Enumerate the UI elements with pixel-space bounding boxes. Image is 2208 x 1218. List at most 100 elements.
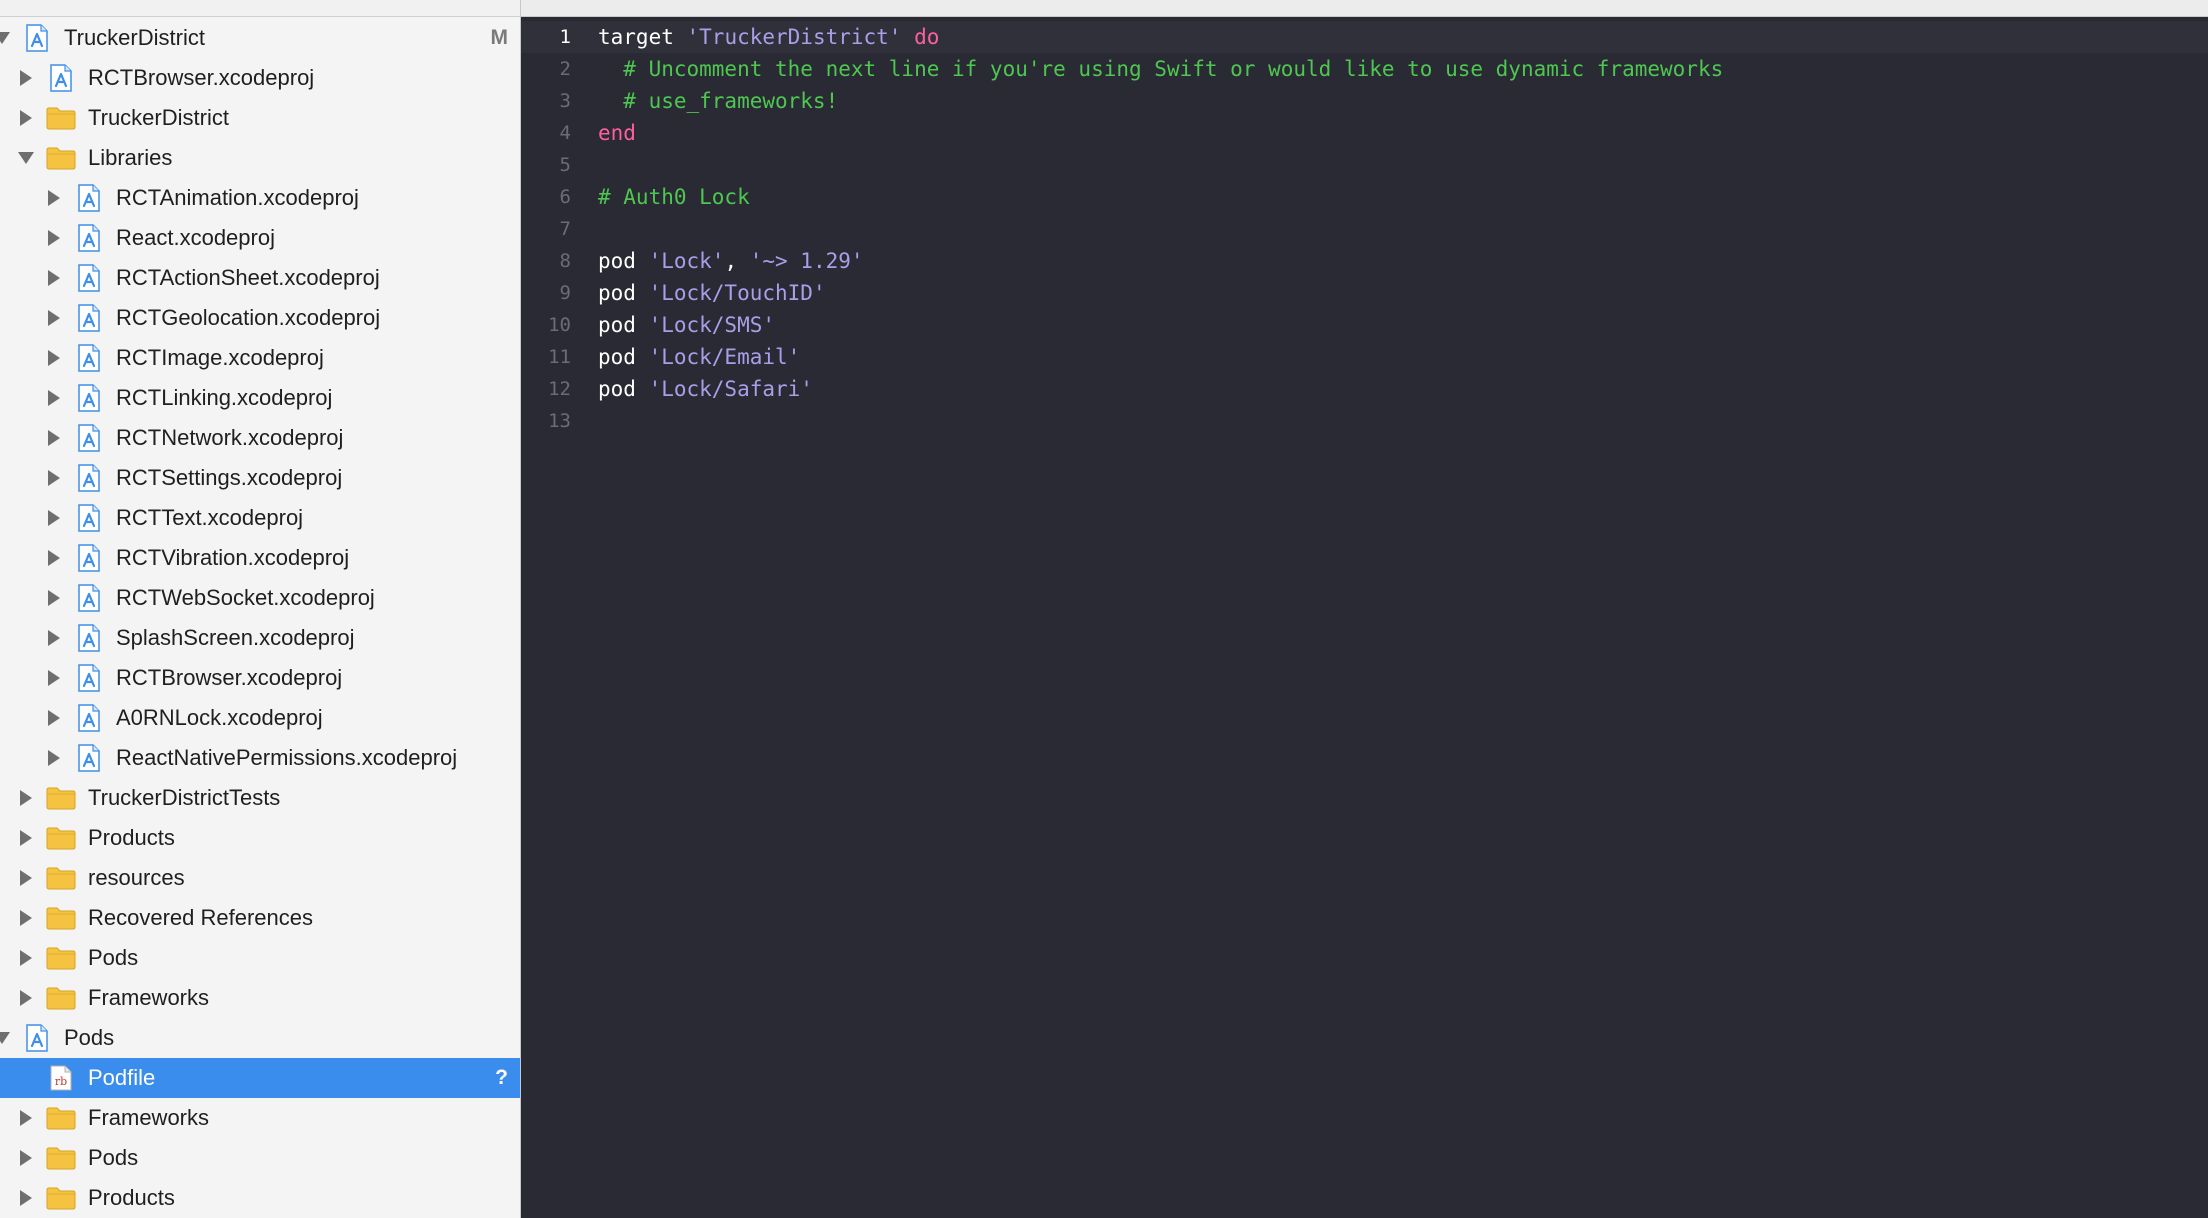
navigator-row-label: Recovered References <box>88 905 314 930</box>
navigator-row-resources[interactable]: resources <box>0 858 520 898</box>
navigator-row-recovered-references[interactable]: Recovered References <box>0 898 520 938</box>
navigator-row-label: Podfile <box>88 1065 156 1090</box>
disclosure-collapsed-icon[interactable] <box>44 508 64 528</box>
disclosure-collapsed-icon[interactable] <box>44 628 64 648</box>
navigator-row-a0rnlock[interactable]: A0RNLock.xcodeproj <box>0 698 520 738</box>
code-text: pod 'Lock/TouchID' <box>598 281 826 305</box>
navigator-row-frameworks[interactable]: Frameworks <box>0 978 520 1018</box>
disclosure-collapsed-icon[interactable] <box>44 468 64 488</box>
disclosure-collapsed-icon[interactable] <box>44 188 64 208</box>
navigator-row-rctsettings[interactable]: RCTSettings.xcodeproj <box>0 458 520 498</box>
disclosure-collapsed-icon[interactable] <box>16 1188 36 1208</box>
navigator-row-truckerdistrict-folder[interactable]: TruckerDistrict <box>0 98 520 138</box>
disclosure-expanded-icon[interactable] <box>0 1028 12 1048</box>
code-line[interactable]: 2 # Uncomment the next line if you're us… <box>521 53 2208 85</box>
disclosure-collapsed-icon[interactable] <box>44 428 64 448</box>
xcodeproj-icon <box>74 544 104 572</box>
code-line[interactable]: 9 pod 'Lock/TouchID' <box>521 277 2208 309</box>
disclosure-collapsed-icon[interactable] <box>44 588 64 608</box>
navigator-row-rctlinking[interactable]: RCTLinking.xcodeproj <box>0 378 520 418</box>
line-number: 5 <box>559 154 571 176</box>
code-line[interactable]: 5 <box>521 149 2208 181</box>
navigator-row-rcttext[interactable]: RCTText.xcodeproj <box>0 498 520 538</box>
navigator-row-rctbrowser[interactable]: RCTBrowser.xcodeproj <box>0 58 520 98</box>
navigator-row-truckerdistricttests[interactable]: TruckerDistrictTests <box>0 778 520 818</box>
navigator-row-pods-pods[interactable]: Pods <box>0 1138 520 1178</box>
navigator-row-label: RCTLinking.xcodeproj <box>116 385 333 410</box>
navigator-row-rctanimation[interactable]: RCTAnimation.xcodeproj <box>0 178 520 218</box>
navigator-row-pods-folder[interactable]: Pods <box>0 938 520 978</box>
disclosure-collapsed-icon[interactable] <box>16 788 36 808</box>
jump-bar <box>521 0 2208 17</box>
navigator-row-label: RCTImage.xcodeproj <box>116 345 324 370</box>
code-line[interactable]: 6 # Auth0 Lock <box>521 181 2208 213</box>
disclosure-collapsed-icon[interactable] <box>44 388 64 408</box>
disclosure-collapsed-icon[interactable] <box>16 828 36 848</box>
code-token: pod <box>598 249 649 273</box>
navigator-row-rctgeolocation[interactable]: RCTGeolocation.xcodeproj <box>0 298 520 338</box>
navigator-row-react[interactable]: React.xcodeproj <box>0 218 520 258</box>
navigator-row-products[interactable]: Products <box>0 818 520 858</box>
disclosure-collapsed-icon[interactable] <box>44 548 64 568</box>
disclosure-collapsed-icon[interactable] <box>16 868 36 888</box>
code-line[interactable]: 4 end <box>521 117 2208 149</box>
disclosure-collapsed-icon[interactable] <box>44 348 64 368</box>
disclosure-expanded-icon[interactable] <box>0 28 12 48</box>
xcodeproj-icon <box>46 64 76 92</box>
xcodeproj-icon <box>74 184 104 212</box>
code-text: # Uncomment the next line if you're usin… <box>598 57 1723 81</box>
navigator-row-splashscreen[interactable]: SplashScreen.xcodeproj <box>0 618 520 658</box>
navigator-row-rctvibration[interactable]: RCTVibration.xcodeproj <box>0 538 520 578</box>
navigator-row-pods-project[interactable]: Pods <box>0 1018 520 1058</box>
code-line[interactable]: 12 pod 'Lock/Safari' <box>521 373 2208 405</box>
source-editor[interactable]: 1 target 'TruckerDistrict' do 2 # Uncommen… <box>521 17 2208 1218</box>
code-line[interactable]: 1 target 'TruckerDistrict' do <box>521 21 2208 53</box>
navigator-row-rctbrowser-lib[interactable]: RCTBrowser.xcodeproj <box>0 658 520 698</box>
navigator-row-label: Pods <box>64 1025 115 1050</box>
disclosure-collapsed-icon[interactable] <box>44 668 64 688</box>
svg-text:rb: rb <box>55 1075 67 1088</box>
code-line[interactable]: 10 pod 'Lock/SMS' <box>521 309 2208 341</box>
code-line[interactable]: 3 # use_frameworks! <box>521 85 2208 117</box>
disclosure-expanded-icon[interactable] <box>16 148 36 168</box>
navigator-row-rctimage[interactable]: RCTImage.xcodeproj <box>0 338 520 378</box>
code-line[interactable]: 13 <box>521 405 2208 437</box>
code-text: target 'TruckerDistrict' do <box>598 25 939 49</box>
navigator-row-podfile-selected[interactable]: rb Podfile ? <box>0 1058 520 1098</box>
disclosure-collapsed-icon[interactable] <box>16 108 36 128</box>
navigator-row-pods-products[interactable]: Products <box>0 1178 520 1218</box>
disclosure-collapsed-icon[interactable] <box>44 748 64 768</box>
line-number: 2 <box>559 58 571 80</box>
disclosure-collapsed-icon[interactable] <box>44 228 64 248</box>
navigator-row-pods-frameworks[interactable]: Frameworks <box>0 1098 520 1138</box>
navigator-row-reactnativepermissions[interactable]: ReactNativePermissions.xcodeproj <box>0 738 520 778</box>
navigator-row-label: SplashScreen.xcodeproj <box>116 625 355 650</box>
navigator-row-libraries[interactable]: Libraries <box>0 138 520 178</box>
navigator-row-rctactionsheet[interactable]: RCTActionSheet.xcodeproj <box>0 258 520 298</box>
navigator-row-rctnetwork[interactable]: RCTNetwork.xcodeproj <box>0 418 520 458</box>
folder-icon <box>46 905 76 931</box>
navigator-row-rctwebsocket[interactable]: RCTWebSocket.xcodeproj <box>0 578 520 618</box>
disclosure-collapsed-icon[interactable] <box>16 908 36 928</box>
code-line[interactable]: 8 pod 'Lock', '~> 1.29' <box>521 245 2208 277</box>
xcodeproj-icon <box>22 24 52 52</box>
disclosure-collapsed-icon[interactable] <box>44 268 64 288</box>
disclosure-collapsed-icon[interactable] <box>44 708 64 728</box>
disclosure-collapsed-icon[interactable] <box>16 1108 36 1128</box>
navigator-row-truckerdistrict-project[interactable]: TruckerDistrict M <box>0 18 520 58</box>
disclosure-collapsed-icon[interactable] <box>16 1148 36 1168</box>
code-token: 'Lock/SMS' <box>648 313 776 337</box>
xcodeproj-icon <box>74 344 104 372</box>
code-token: target <box>598 25 687 49</box>
disclosure-collapsed-icon[interactable] <box>16 988 36 1008</box>
code-line[interactable]: 7 <box>521 213 2208 245</box>
xcodeproj-icon <box>74 664 104 692</box>
disclosure-collapsed-icon[interactable] <box>44 308 64 328</box>
disclosure-collapsed-icon[interactable] <box>16 948 36 968</box>
code-line[interactable]: 11 pod 'Lock/Email' <box>521 341 2208 373</box>
folder-icon <box>46 105 76 131</box>
navigator-row-label: Frameworks <box>88 1105 210 1130</box>
navigator-row-label: RCTNetwork.xcodeproj <box>116 425 344 450</box>
xcodeproj-icon <box>74 424 104 452</box>
disclosure-collapsed-icon[interactable] <box>16 68 36 88</box>
